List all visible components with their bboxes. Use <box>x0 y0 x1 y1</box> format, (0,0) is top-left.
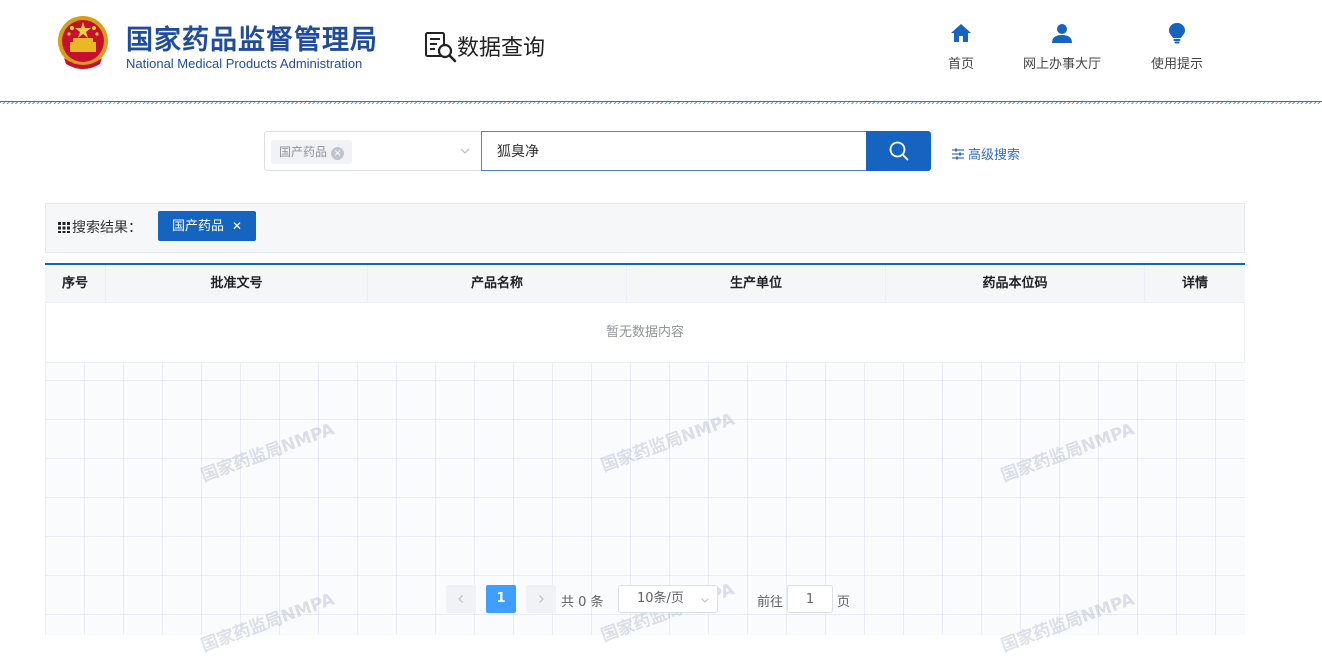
nav-label: 首页 <box>947 57 974 72</box>
search-input[interactable] <box>481 131 867 171</box>
section-title: 数据查询 <box>457 36 546 61</box>
chevron-down-icon[interactable] <box>459 145 471 157</box>
watermark-text: 国家药监局NMPA <box>998 589 1138 656</box>
advanced-search-link[interactable]: 高级搜索 <box>952 144 1020 163</box>
watermark-text: 国家药监局NMPA <box>198 589 338 656</box>
grid-icon <box>58 222 70 233</box>
chevron-down-icon <box>701 598 709 603</box>
page-size-value: 10条/页 <box>637 591 684 606</box>
page-size-select[interactable]: 10条/页 <box>618 585 718 613</box>
page-number-current[interactable]: 1 <box>486 585 516 613</box>
header-divider <box>0 101 1322 104</box>
category-select[interactable]: 国产药品 × <box>264 131 481 171</box>
watermark-text: 国家药监局NMPA <box>998 419 1138 487</box>
watermark-text: 国家药监局NMPA <box>198 419 338 487</box>
nav-home[interactable]: 首页 <box>916 22 1006 72</box>
nav-online-hall[interactable]: 网上办事大厅 <box>1017 22 1107 72</box>
total-count: 共 0 条 <box>561 595 604 610</box>
column-header[interactable]: 批准文号 <box>106 265 368 302</box>
chevron-right-icon <box>539 595 544 603</box>
table-header: 序号 批准文号 产品名称 生产单位 药品本位码 详情 <box>45 263 1245 303</box>
prev-page-button[interactable] <box>446 585 476 613</box>
category-tag: 国产药品 × <box>271 140 353 164</box>
goto-label: 前往 <box>757 595 784 610</box>
empty-state-text: 暂无数据内容 <box>45 303 1245 363</box>
watermark-text: 国家药监局NMPA <box>598 409 738 477</box>
chevron-left-icon <box>458 595 463 603</box>
user-icon <box>1052 24 1072 43</box>
results-label-text: 搜索结果： <box>72 220 142 236</box>
results-bar: 搜索结果： 国产药品 ✕ <box>45 203 1245 253</box>
filter-tag-label: 国产药品 <box>172 219 225 234</box>
brand-name-en: National Medical Products Administration <box>126 56 363 71</box>
data-query-icon <box>425 32 457 63</box>
column-header[interactable]: 序号 <box>45 265 106 302</box>
lightbulb-icon <box>1169 23 1185 44</box>
column-header[interactable]: 药品本位码 <box>886 265 1145 302</box>
nav-usage-tips[interactable]: 使用提示 <box>1132 22 1222 72</box>
column-header[interactable]: 产品名称 <box>368 265 627 302</box>
national-emblem-icon <box>58 16 108 69</box>
advanced-search-label: 高级搜索 <box>968 148 1021 163</box>
next-page-button[interactable] <box>526 585 556 613</box>
nav-label: 使用提示 <box>1150 57 1203 72</box>
close-icon[interactable]: × <box>331 147 345 160</box>
goto-unit: 页 <box>837 595 851 610</box>
site-header: 国家药品监督管理局 National Medical Products Admi… <box>0 0 1322 102</box>
home-icon <box>951 24 971 42</box>
close-icon[interactable]: ✕ <box>232 219 242 233</box>
results-table: 序号 批准文号 产品名称 生产单位 药品本位码 详情 暂无数据内容 <box>45 263 1245 363</box>
column-header[interactable]: 生产单位 <box>627 265 886 302</box>
filter-sliders-icon <box>952 148 964 160</box>
category-tag-label: 国产药品 <box>279 145 328 159</box>
search-button[interactable] <box>866 131 931 171</box>
nav-label: 网上办事大厅 <box>1022 57 1101 72</box>
column-header[interactable]: 详情 <box>1145 265 1245 302</box>
goto-page-input[interactable] <box>787 585 833 613</box>
results-label: 搜索结果： <box>58 217 142 237</box>
search-icon <box>889 141 909 161</box>
brand-name-cn: 国家药品监督管理局 <box>126 25 378 56</box>
active-filter-tag[interactable]: 国产药品 ✕ <box>158 211 257 241</box>
